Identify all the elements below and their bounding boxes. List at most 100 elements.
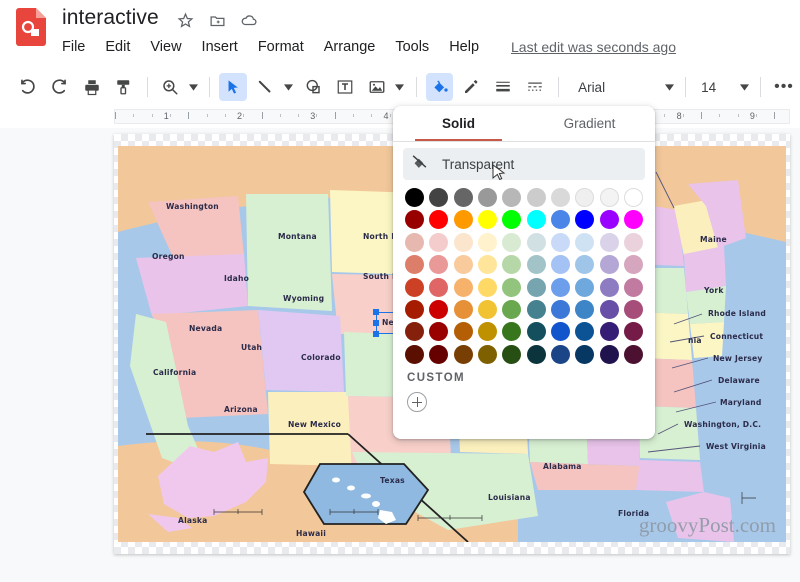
color-swatch[interactable] [405, 299, 424, 319]
selection-handle-nw[interactable] [373, 309, 379, 315]
color-swatch[interactable] [502, 344, 522, 364]
paint-format-icon[interactable] [110, 73, 138, 101]
color-swatch[interactable] [502, 255, 522, 275]
color-swatch[interactable] [623, 210, 643, 230]
menu-edit[interactable]: Edit [95, 36, 140, 58]
color-swatch[interactable] [429, 277, 449, 297]
zoom-dropdown-caret-icon[interactable] [186, 74, 200, 100]
color-swatch[interactable] [550, 232, 570, 252]
menu-insert[interactable]: Insert [192, 36, 248, 58]
color-swatch[interactable] [526, 232, 546, 252]
state-label[interactable]: Colorado [301, 353, 341, 362]
text-box-icon[interactable] [331, 73, 359, 101]
menu-format[interactable]: Format [248, 36, 314, 58]
color-swatch[interactable] [550, 277, 570, 297]
image-dropdown-caret-icon[interactable] [393, 74, 407, 100]
color-swatch[interactable] [575, 322, 595, 342]
line-dropdown-caret-icon[interactable] [281, 74, 295, 100]
color-swatch[interactable] [405, 210, 424, 230]
color-swatch[interactable] [623, 255, 643, 275]
transparent-option[interactable]: Transparent [403, 148, 645, 180]
state-label[interactable]: West Virginia [706, 442, 766, 451]
color-swatch[interactable] [453, 299, 473, 319]
state-label[interactable]: Delaware [718, 376, 760, 385]
color-swatch[interactable] [429, 255, 449, 275]
select-cursor-icon[interactable] [219, 73, 248, 101]
color-swatch[interactable] [623, 322, 643, 342]
state-label[interactable]: Wyoming [283, 294, 324, 303]
border-weight-icon[interactable] [489, 73, 517, 101]
color-swatch[interactable] [575, 344, 595, 364]
color-swatch[interactable] [477, 322, 497, 342]
color-swatch[interactable] [575, 255, 595, 275]
color-swatch[interactable] [405, 322, 424, 342]
menu-tools[interactable]: Tools [385, 36, 439, 58]
color-swatch[interactable] [502, 232, 522, 252]
print-icon[interactable] [78, 73, 106, 101]
state-label[interactable]: Oregon [152, 252, 185, 261]
color-swatch[interactable] [429, 188, 449, 207]
color-swatch[interactable] [623, 344, 643, 364]
color-swatch[interactable] [453, 188, 473, 207]
color-swatch[interactable] [526, 210, 546, 230]
color-swatch[interactable] [526, 277, 546, 297]
cloud-status-icon[interactable] [239, 10, 259, 30]
state-label[interactable]: Utah [241, 343, 262, 352]
state-label[interactable]: California [153, 368, 196, 377]
color-swatch[interactable] [405, 344, 424, 364]
color-swatch[interactable] [477, 344, 497, 364]
color-swatch[interactable] [599, 344, 619, 364]
color-swatch[interactable] [453, 255, 473, 275]
menu-file[interactable]: File [60, 36, 95, 58]
color-swatch[interactable] [623, 277, 643, 297]
color-swatch[interactable] [575, 299, 595, 319]
menu-arrange[interactable]: Arrange [314, 36, 386, 58]
state-label[interactable]: York [704, 286, 724, 295]
color-swatch-grid[interactable] [393, 182, 655, 364]
state-label[interactable]: Hawaii [296, 529, 326, 538]
border-color-icon[interactable] [457, 73, 485, 101]
document-title[interactable]: interactive [62, 6, 159, 30]
color-swatch[interactable] [599, 210, 619, 230]
menu-help[interactable]: Help [439, 36, 489, 58]
color-swatch[interactable] [429, 344, 449, 364]
color-swatch[interactable] [502, 210, 522, 230]
color-swatch[interactable] [502, 277, 522, 297]
state-label[interactable]: Alaska [178, 516, 208, 525]
fill-color-icon[interactable] [425, 73, 454, 101]
color-swatch[interactable] [429, 232, 449, 252]
star-icon[interactable] [175, 10, 195, 30]
line-icon[interactable] [251, 73, 279, 101]
color-swatch[interactable] [502, 188, 522, 207]
color-swatch[interactable] [599, 322, 619, 342]
state-label[interactable]: Louisiana [488, 493, 531, 502]
color-swatch[interactable] [453, 344, 473, 364]
state-label[interactable]: nia [688, 336, 702, 345]
color-swatch[interactable] [405, 277, 424, 297]
color-swatch[interactable] [550, 188, 570, 207]
more-options-icon[interactable]: ••• [770, 73, 798, 101]
color-swatch[interactable] [575, 210, 595, 230]
menu-view[interactable]: View [140, 36, 191, 58]
state-label[interactable]: Montana [278, 232, 317, 241]
color-swatch[interactable] [453, 210, 473, 230]
state-label[interactable]: Arizona [224, 405, 258, 414]
state-label[interactable]: Nevada [189, 324, 222, 333]
color-swatch[interactable] [550, 255, 570, 275]
font-size-selector[interactable]: 14 [693, 74, 753, 100]
color-swatch[interactable] [575, 277, 595, 297]
insert-image-icon[interactable] [363, 73, 391, 101]
color-swatch[interactable] [453, 322, 473, 342]
color-swatch[interactable] [526, 299, 546, 319]
color-swatch[interactable] [550, 344, 570, 364]
state-label[interactable]: New Jersey [713, 354, 763, 363]
redo-icon[interactable] [46, 73, 74, 101]
font-family-caret-icon[interactable] [662, 74, 676, 100]
zoom-icon[interactable] [157, 73, 185, 101]
tab-gradient[interactable]: Gradient [524, 106, 655, 141]
color-swatch[interactable] [526, 322, 546, 342]
move-to-folder-icon[interactable] [207, 10, 227, 30]
state-label[interactable]: New Mexico [288, 420, 341, 429]
color-swatch[interactable] [405, 188, 424, 207]
selection-handle-w[interactable] [373, 320, 379, 326]
